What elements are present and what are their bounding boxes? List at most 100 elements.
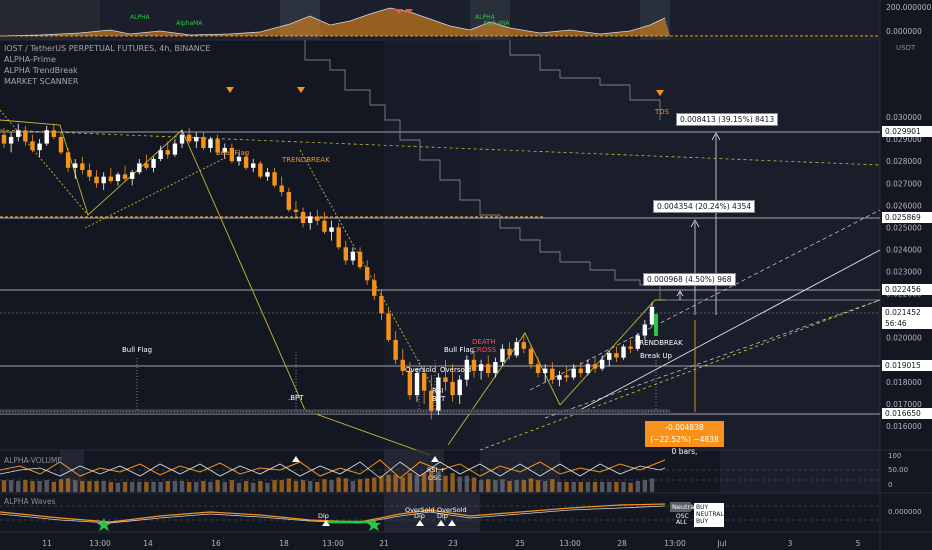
candle-body bbox=[592, 364, 598, 369]
volume-bar bbox=[364, 478, 370, 492]
candle-body bbox=[293, 209, 299, 212]
indicator-legend-1[interactable]: ALPHA-Prime bbox=[4, 55, 56, 64]
candle-body bbox=[642, 324, 648, 336]
volume-bar bbox=[357, 479, 363, 492]
volume-bar bbox=[51, 481, 57, 492]
candle-body bbox=[258, 163, 263, 177]
strip-axis-top: 200.000000 bbox=[886, 3, 932, 12]
volume-bar bbox=[172, 481, 178, 492]
annot-rsi: RSI bbox=[432, 387, 443, 395]
volume-pane-title[interactable]: ALPHA-VOLUME bbox=[4, 456, 62, 465]
y-tick-3: 0.027000 bbox=[886, 179, 922, 188]
volume-bar bbox=[129, 481, 135, 492]
candle-body bbox=[649, 306, 655, 325]
candle-body bbox=[571, 368, 576, 378]
volume-bar bbox=[557, 481, 562, 492]
volume-bar bbox=[649, 478, 655, 492]
annot-cross: CROSS bbox=[472, 346, 497, 354]
candle-body bbox=[165, 150, 170, 155]
x-tick-12: Jul bbox=[716, 539, 726, 548]
volume-bar bbox=[500, 479, 505, 492]
wave-label-dip-3: Dip bbox=[437, 512, 448, 520]
candle-body bbox=[272, 172, 277, 186]
volume-bar bbox=[521, 480, 527, 492]
volume-bar bbox=[564, 481, 569, 492]
volume-bar bbox=[194, 481, 199, 492]
signal-left: OSC ALL bbox=[676, 514, 689, 526]
countdown-tag: 56:46 bbox=[882, 318, 932, 329]
annot-bull-flag-1: Bull Flag bbox=[122, 346, 152, 354]
candle-body bbox=[87, 170, 92, 177]
candle-body bbox=[471, 359, 477, 371]
strip-label-4: AlphaMA bbox=[483, 20, 510, 27]
x-tick-0: 11 bbox=[42, 539, 52, 548]
x-tick-1: 13:00 bbox=[89, 539, 111, 548]
candle-body bbox=[65, 152, 71, 168]
volume-bar bbox=[635, 481, 640, 492]
volume-bar bbox=[222, 481, 227, 492]
volume-bar bbox=[329, 480, 334, 492]
candle-body bbox=[421, 373, 427, 391]
volume-bar bbox=[137, 481, 142, 492]
volume-bar bbox=[464, 475, 470, 492]
signal-3: BUY bbox=[696, 518, 709, 525]
x-tick-6: 21 bbox=[379, 539, 389, 548]
signal-left-2: ALL bbox=[676, 519, 687, 526]
indicator-legend-2[interactable]: ALPHA TrendBreak bbox=[4, 66, 78, 75]
candle-body bbox=[300, 211, 306, 223]
candle-body bbox=[16, 130, 21, 137]
volume-bar bbox=[478, 480, 484, 492]
indicator-legend-3[interactable]: MARKET SCANNER bbox=[4, 77, 78, 86]
candle-body bbox=[265, 172, 270, 177]
candle-body bbox=[478, 364, 484, 371]
annot-death: DEATH bbox=[472, 338, 496, 346]
candle-body bbox=[393, 339, 398, 360]
volume-bar bbox=[8, 480, 14, 492]
candle-body bbox=[621, 346, 626, 358]
x-tick-7: 23 bbox=[448, 539, 458, 548]
candle-body bbox=[599, 359, 605, 369]
volume-bar bbox=[322, 479, 327, 492]
volume-bar bbox=[642, 480, 648, 492]
candle-body bbox=[550, 368, 555, 380]
signal-box: BUY NEUTRAL BUY bbox=[694, 503, 724, 527]
candle-body bbox=[137, 163, 142, 173]
price-tag-5: 0.016650 bbox=[882, 408, 932, 419]
symbol-legend[interactable]: IOST / TetherUS PERPETUAL FUTURES, 4h, B… bbox=[4, 44, 210, 53]
measure-negative-box: -0.004838 (−22.52%) −4838 0 bars, bbox=[645, 421, 724, 456]
candle-body bbox=[179, 134, 185, 144]
candle-body bbox=[51, 130, 57, 137]
volume-bar bbox=[621, 481, 626, 492]
waves-pane-title[interactable]: ALPHA Waves bbox=[4, 497, 55, 506]
x-tick-11: 13:00 bbox=[664, 539, 686, 548]
volume-bar bbox=[614, 481, 619, 492]
neutral-tag: Neutral bbox=[672, 503, 696, 511]
volume-bar bbox=[386, 474, 391, 492]
y-tick-0: 0.030000 bbox=[886, 113, 922, 122]
x-tick-14: 5 bbox=[856, 539, 861, 548]
candle-body bbox=[322, 220, 327, 232]
volume-bar bbox=[251, 482, 256, 492]
signal-1: BUY bbox=[696, 504, 709, 511]
candle-body bbox=[578, 368, 583, 374]
vol-axis-100: 100 bbox=[888, 452, 902, 460]
candle-body bbox=[514, 342, 519, 356]
volume-bar bbox=[179, 481, 185, 492]
chart-canvas[interactable]: Bear Flag TRENDBREAK Bull Flag Bull Flag… bbox=[0, 0, 932, 550]
volume-bar bbox=[407, 473, 413, 492]
y-tick-13: 0.016000 bbox=[886, 422, 922, 431]
candle-body bbox=[557, 375, 562, 380]
candle-body bbox=[343, 247, 349, 261]
candle-body bbox=[201, 136, 206, 148]
candle-body bbox=[443, 377, 448, 382]
x-tick-9: 13:00 bbox=[559, 539, 581, 548]
volume-bar bbox=[286, 478, 292, 492]
candle-body bbox=[279, 185, 284, 193]
candle-body bbox=[414, 373, 420, 396]
candle-body bbox=[23, 130, 28, 142]
wave-label-dip-1: Dip bbox=[318, 512, 329, 520]
volume-bar bbox=[493, 480, 498, 492]
volume-bar bbox=[528, 478, 534, 492]
candle-body bbox=[450, 381, 455, 396]
x-tick-4: 18 bbox=[279, 539, 289, 548]
